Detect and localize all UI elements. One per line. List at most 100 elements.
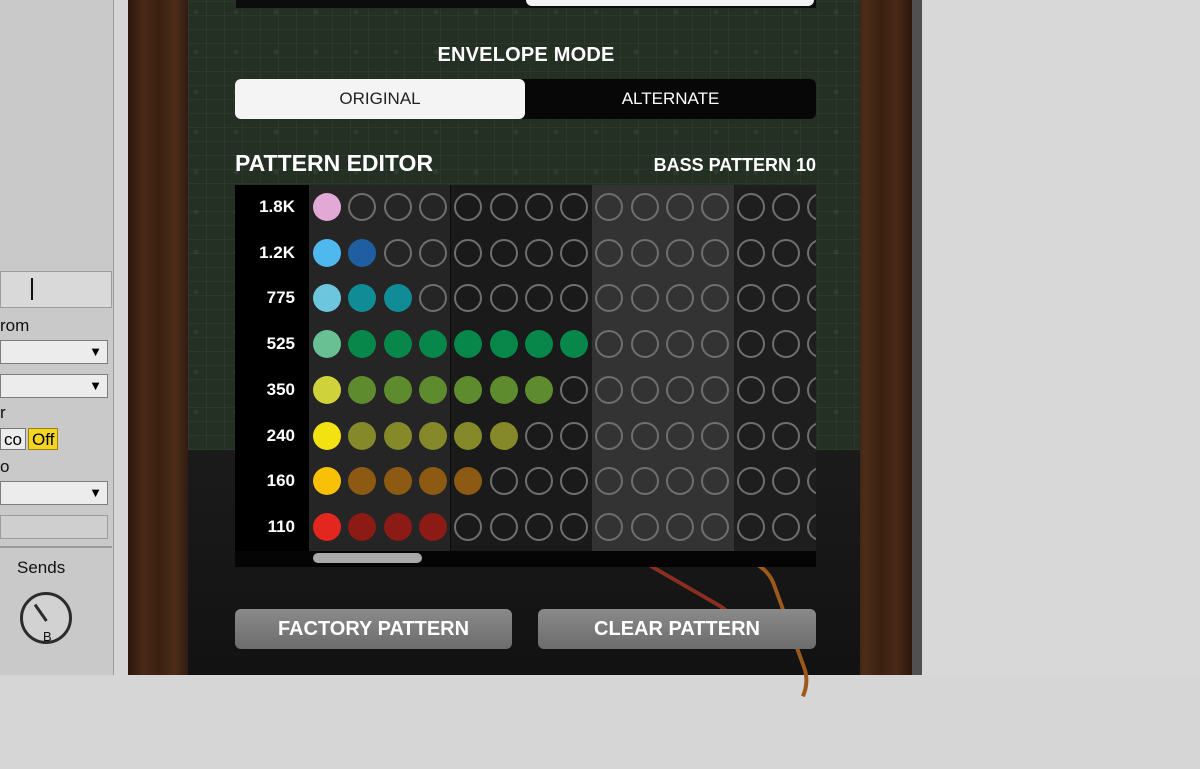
step-cell[interactable]	[630, 193, 659, 221]
top-control-tab[interactable]	[526, 0, 814, 6]
co-chip[interactable]: co	[0, 428, 26, 450]
step-cell[interactable]	[771, 238, 800, 267]
step-cell-active[interactable]	[313, 375, 341, 404]
step-cell[interactable]	[701, 375, 730, 404]
step-cell-active[interactable]	[418, 467, 447, 496]
host-dropdown-1[interactable]: ▼	[0, 340, 108, 364]
step-cell[interactable]	[701, 421, 730, 450]
step-cell[interactable]	[736, 512, 765, 541]
step-cell[interactable]	[383, 193, 412, 221]
step-cell[interactable]	[560, 421, 589, 450]
step-cell[interactable]	[560, 375, 589, 404]
step-cell[interactable]	[630, 421, 659, 450]
step-cell[interactable]	[489, 512, 518, 541]
step-cell[interactable]	[418, 238, 447, 267]
step-cell[interactable]	[524, 193, 553, 221]
step-cell-active[interactable]	[524, 375, 553, 404]
step-cell[interactable]	[560, 238, 589, 267]
step-cell[interactable]	[666, 375, 694, 404]
step-cell-active[interactable]	[348, 238, 377, 267]
step-cell[interactable]	[666, 193, 694, 221]
step-cell[interactable]	[489, 467, 518, 496]
step-cell[interactable]	[454, 512, 483, 541]
step-cell[interactable]	[666, 421, 694, 450]
step-cell[interactable]	[736, 330, 765, 359]
step-cell[interactable]	[771, 193, 800, 221]
step-cell[interactable]	[524, 512, 553, 541]
envelope-original-button[interactable]: ORIGINAL	[235, 79, 525, 119]
step-cell[interactable]	[666, 238, 694, 267]
send-b-knob[interactable]: B	[20, 592, 72, 644]
pattern-name[interactable]: BASS PATTERN 10	[654, 155, 816, 176]
step-cell-active[interactable]	[383, 284, 412, 313]
step-cell[interactable]	[595, 421, 624, 450]
step-cell-active[interactable]	[313, 238, 341, 267]
step-cell[interactable]	[771, 330, 800, 359]
step-cell-active[interactable]	[313, 512, 341, 541]
step-cell[interactable]	[666, 467, 694, 496]
grid-scroll-thumb[interactable]	[313, 553, 422, 563]
step-cell[interactable]	[418, 193, 447, 221]
step-cell-active[interactable]	[418, 421, 447, 450]
step-cell[interactable]	[489, 284, 518, 313]
clear-pattern-button[interactable]: CLEAR PATTERN	[538, 609, 816, 649]
step-cell[interactable]	[595, 238, 624, 267]
step-cell-active[interactable]	[348, 375, 377, 404]
envelope-alternate-button[interactable]: ALTERNATE	[525, 79, 816, 119]
step-cell[interactable]	[736, 421, 765, 450]
step-cell-active[interactable]	[418, 330, 447, 359]
step-cell[interactable]	[630, 238, 659, 267]
step-cell[interactable]	[666, 512, 694, 541]
step-cell-active[interactable]	[454, 375, 483, 404]
off-toggle[interactable]: Off	[28, 428, 59, 450]
step-cell-active[interactable]	[418, 375, 447, 404]
step-cell[interactable]	[666, 330, 694, 359]
step-cell-active[interactable]	[313, 330, 341, 359]
step-cell-active[interactable]	[313, 421, 341, 450]
step-cell-active[interactable]	[383, 375, 412, 404]
step-cell[interactable]	[524, 284, 553, 313]
step-cell-active[interactable]	[383, 330, 412, 359]
step-cell[interactable]	[771, 467, 800, 496]
step-cell[interactable]	[454, 238, 483, 267]
step-cell-active[interactable]	[524, 330, 553, 359]
step-cell[interactable]	[771, 512, 800, 541]
step-cell[interactable]	[630, 512, 659, 541]
step-cell[interactable]	[454, 193, 483, 221]
step-cell-active[interactable]	[383, 512, 412, 541]
step-cell[interactable]	[736, 284, 765, 313]
step-cell-active[interactable]	[489, 330, 518, 359]
host-dropdown-3[interactable]: ▼	[0, 481, 108, 505]
step-cell-active[interactable]	[313, 467, 341, 496]
step-cell-active[interactable]	[383, 421, 412, 450]
step-cell[interactable]	[701, 238, 730, 267]
grid-scrollbar[interactable]	[235, 551, 816, 567]
step-cell[interactable]	[771, 375, 800, 404]
step-cell[interactable]	[736, 193, 765, 221]
step-cell[interactable]	[489, 238, 518, 267]
step-cell-active[interactable]	[489, 421, 518, 450]
step-cell[interactable]	[489, 193, 518, 221]
step-cell[interactable]	[630, 375, 659, 404]
step-cell-active[interactable]	[348, 512, 377, 541]
host-field-empty[interactable]	[0, 515, 108, 539]
step-cell[interactable]	[524, 238, 553, 267]
step-cell[interactable]	[701, 512, 730, 541]
step-cell[interactable]	[771, 421, 800, 450]
step-cell[interactable]	[736, 467, 765, 496]
host-top-field[interactable]	[0, 271, 112, 308]
step-cell[interactable]	[524, 467, 553, 496]
factory-pattern-button[interactable]: FACTORY PATTERN	[235, 609, 512, 649]
step-cell[interactable]	[736, 238, 765, 267]
host-dropdown-2[interactable]: ▼	[0, 374, 108, 398]
step-cell[interactable]	[524, 421, 553, 450]
step-cell-active[interactable]	[418, 512, 447, 541]
step-cell[interactable]	[383, 238, 412, 267]
step-cell-active[interactable]	[489, 375, 518, 404]
step-cell-active[interactable]	[313, 193, 341, 221]
step-cell[interactable]	[630, 467, 659, 496]
step-cell[interactable]	[736, 375, 765, 404]
step-cell-active[interactable]	[383, 467, 412, 496]
step-cell[interactable]	[560, 512, 589, 541]
step-cell-active[interactable]	[560, 330, 589, 359]
